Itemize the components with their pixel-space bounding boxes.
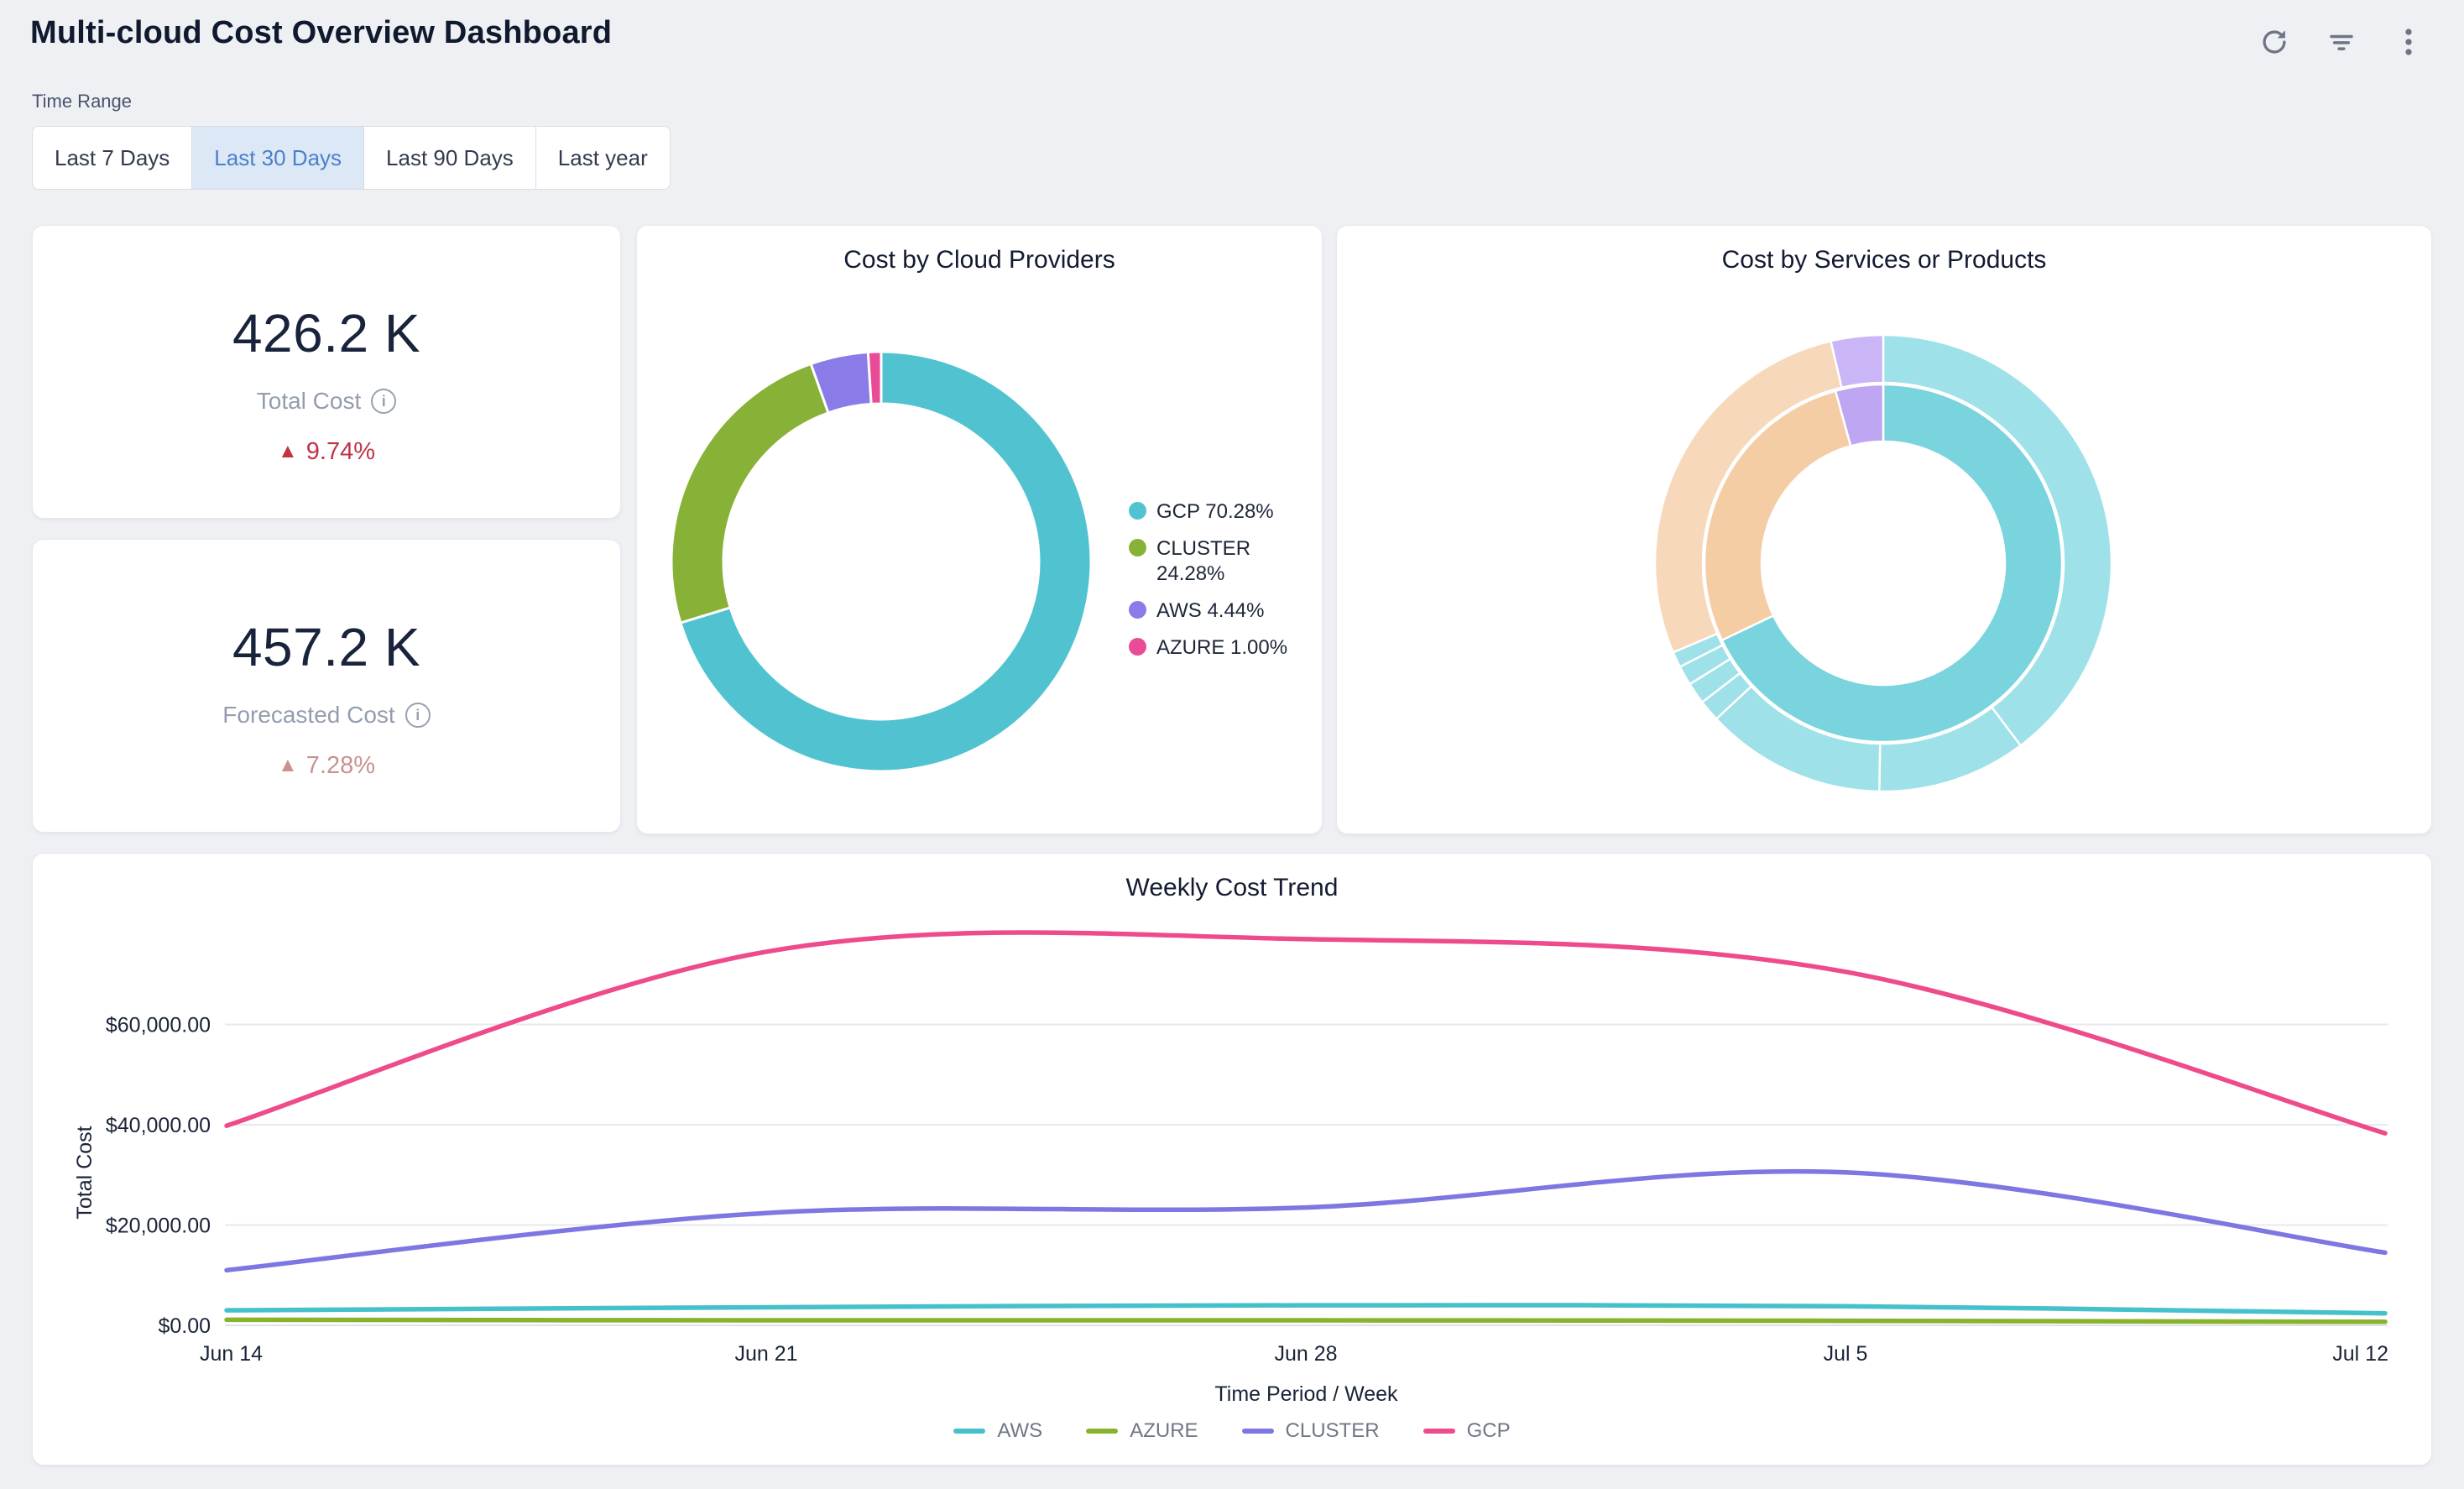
page-title: Multi-cloud Cost Overview Dashboard <box>30 15 612 51</box>
x-axis-title: Time Period / Week <box>1214 1382 1398 1406</box>
legend-label: AWS <box>997 1419 1042 1443</box>
forecasted-cost-value: 457.2 K <box>232 616 420 678</box>
more-options-button[interactable] <box>2387 20 2430 64</box>
header-actions <box>2253 20 2430 64</box>
trend-chart-legend: AWS AZURE CLUSTER GCP <box>33 1419 2431 1443</box>
legend-item-gcp[interactable]: GCP 70.28% <box>1129 499 1293 525</box>
legend-label: AZURE 1.00% <box>1156 635 1287 661</box>
time-range-option-last-90-days[interactable]: Last 90 Days <box>364 127 536 189</box>
time-range-option-last-7-days[interactable]: Last 7 Days <box>33 127 192 189</box>
x-tick-label: Jun 21 <box>734 1342 797 1366</box>
y-tick-label: $20,000.00 <box>106 1215 211 1238</box>
legend-line-swatch <box>1086 1429 1118 1434</box>
forecasted-cost-label: Forecasted Cost <box>222 702 394 729</box>
trend-line-azure[interactable] <box>227 1319 2385 1321</box>
time-range-option-last-30-days[interactable]: Last 30 Days <box>192 127 364 189</box>
legend-label: AZURE <box>1130 1419 1198 1443</box>
trend-legend-item-azure[interactable]: AZURE <box>1086 1419 1198 1443</box>
triangle-up-icon: ▲ <box>278 441 298 462</box>
legend-line-swatch <box>1423 1429 1455 1434</box>
time-range-group: Last 7 Days Last 30 Days Last 90 Days La… <box>32 126 671 190</box>
forecasted-cost-delta: ▲ 7.28% <box>278 752 375 780</box>
triangle-up-icon: ▲ <box>278 755 298 776</box>
legend-dot <box>1129 539 1146 556</box>
cost-by-cloud-providers-panel: Cost by Cloud Providers GCP 70.28%CLUSTE… <box>636 225 1323 834</box>
trend-line-cluster[interactable] <box>227 1172 2385 1271</box>
filter-button[interactable] <box>2320 20 2363 64</box>
donut-segment-azure[interactable] <box>868 352 881 404</box>
y-tick-label: $60,000.00 <box>106 1014 211 1037</box>
legend-label: AWS 4.44% <box>1156 598 1265 624</box>
trend-legend-item-cluster[interactable]: CLUSTER <box>1242 1419 1380 1443</box>
refresh-button[interactable] <box>2253 20 2296 64</box>
legend-label: GCP 70.28% <box>1156 499 1274 525</box>
total-cost-value: 426.2 K <box>232 302 420 364</box>
trend-legend-item-gcp[interactable]: GCP <box>1423 1419 1511 1443</box>
legend-item-azure[interactable]: AZURE 1.00% <box>1129 635 1293 661</box>
legend-item-cluster[interactable]: CLUSTER 24.28% <box>1129 536 1293 587</box>
total-cost-label: Total Cost <box>257 388 362 415</box>
cost-by-services-panel: Cost by Services or Products <box>1336 225 2432 834</box>
info-icon[interactable]: i <box>405 703 431 728</box>
trend-line-gcp[interactable] <box>227 933 2385 1133</box>
trend-legend-item-aws[interactable]: AWS <box>953 1419 1042 1443</box>
legend-line-swatch <box>953 1429 985 1434</box>
legend-label: CLUSTER <box>1286 1419 1380 1443</box>
services-sunburst-chart <box>1337 226 2433 835</box>
refresh-icon <box>2256 24 2293 60</box>
legend-dot <box>1129 601 1146 619</box>
kebab-menu-icon <box>2390 24 2427 60</box>
dashboard-page: Multi-cloud Cost Overview Dashboard <box>0 0 2464 1489</box>
info-icon[interactable]: i <box>371 389 396 414</box>
x-tick-label: Jun 28 <box>1274 1342 1337 1366</box>
trend-line-aws[interactable] <box>227 1305 2385 1314</box>
legend-line-swatch <box>1242 1429 1274 1434</box>
legend-label: GCP <box>1467 1419 1511 1443</box>
y-tick-label: $40,000.00 <box>106 1114 211 1137</box>
time-range-label: Time Range <box>32 91 132 112</box>
legend-item-aws[interactable]: AWS 4.44% <box>1129 598 1293 624</box>
forecasted-cost-card: 457.2 K Forecasted Cost i ▲ 7.28% <box>32 539 621 833</box>
donut-chart-legend: GCP 70.28% CLUSTER 24.28% AWS 4.44% AZURE 1… <box>1129 499 1293 661</box>
x-tick-label: Jul 12 <box>2332 1342 2388 1366</box>
legend-dot <box>1129 502 1146 520</box>
legend-dot <box>1129 638 1146 656</box>
total-cost-delta: ▲ 9.74% <box>278 438 375 466</box>
y-axis-title: Total Cost <box>73 1126 97 1219</box>
donut-segment-cluster[interactable] <box>671 363 828 623</box>
weekly-cost-trend-panel: Weekly Cost Trend $0.00$20,000.00$40,000… <box>32 853 2432 1465</box>
legend-label: CLUSTER 24.28% <box>1156 536 1293 587</box>
total-cost-card: 426.2 K Total Cost i ▲ 9.74% <box>32 225 621 519</box>
y-tick-label: $0.00 <box>158 1314 211 1338</box>
x-tick-label: Jun 14 <box>200 1342 263 1366</box>
x-tick-label: Jul 5 <box>1824 1342 1868 1366</box>
time-range-option-last-year[interactable]: Last year <box>536 127 670 189</box>
filter-icon <box>2323 24 2360 60</box>
weekly-cost-trend-chart: $0.00 $20,000.00 $40,000.00 $60,000.00 Jun 1… <box>33 854 2433 1466</box>
